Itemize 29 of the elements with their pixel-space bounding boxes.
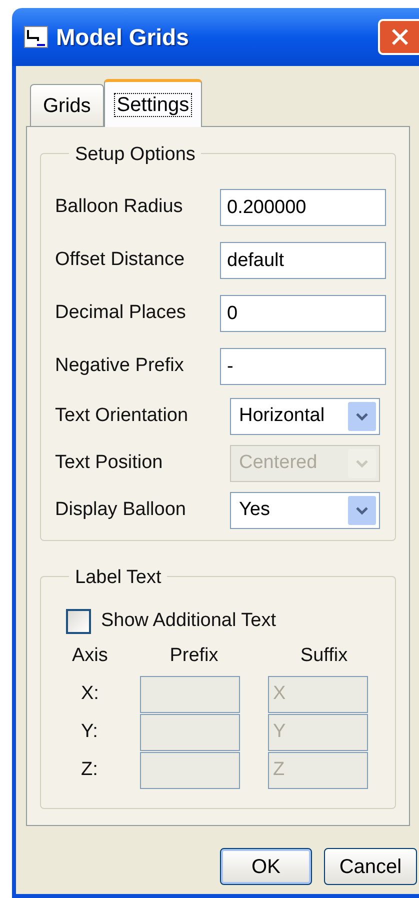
dropdown[interactable]: Horizontal (230, 398, 380, 435)
tab[interactable]: Settings (104, 79, 202, 127)
field-label: Display Balloon (55, 498, 187, 522)
axis-label: Z: (80, 758, 99, 782)
checkbox-label[interactable]: Show Additional Text (101, 606, 276, 636)
window-icon (24, 26, 48, 48)
field-label: Balloon Radius (55, 195, 184, 220)
tab[interactable]: Grids (30, 84, 104, 126)
dropdown[interactable]: Yes (230, 492, 380, 529)
input-field[interactable]: - (220, 348, 386, 385)
field-label: Decimal Places (55, 301, 187, 326)
axis-label: Y: (80, 720, 99, 744)
input-field[interactable]: default (220, 242, 386, 279)
dialog-button[interactable]: OK (220, 848, 312, 885)
dialog-button[interactable]: Cancel (324, 848, 417, 885)
input-field[interactable]: 0 (220, 295, 386, 332)
field-label: Negative Prefix (55, 354, 185, 378)
field-label: Offset Distance (55, 248, 186, 272)
field-label: Text Position (55, 451, 164, 476)
input-field[interactable]: 0.200000 (220, 189, 386, 226)
window-title: Model Grids (56, 22, 189, 52)
field-label: Text Orientation (55, 404, 190, 428)
axis-label: X: (80, 682, 100, 706)
column-header: Suffix (299, 644, 349, 668)
close-icon (390, 27, 410, 47)
column-header: Prefix (168, 644, 220, 668)
column-header: Axis (71, 644, 109, 668)
close-button[interactable] (378, 19, 419, 55)
checkbox[interactable] (66, 608, 91, 634)
